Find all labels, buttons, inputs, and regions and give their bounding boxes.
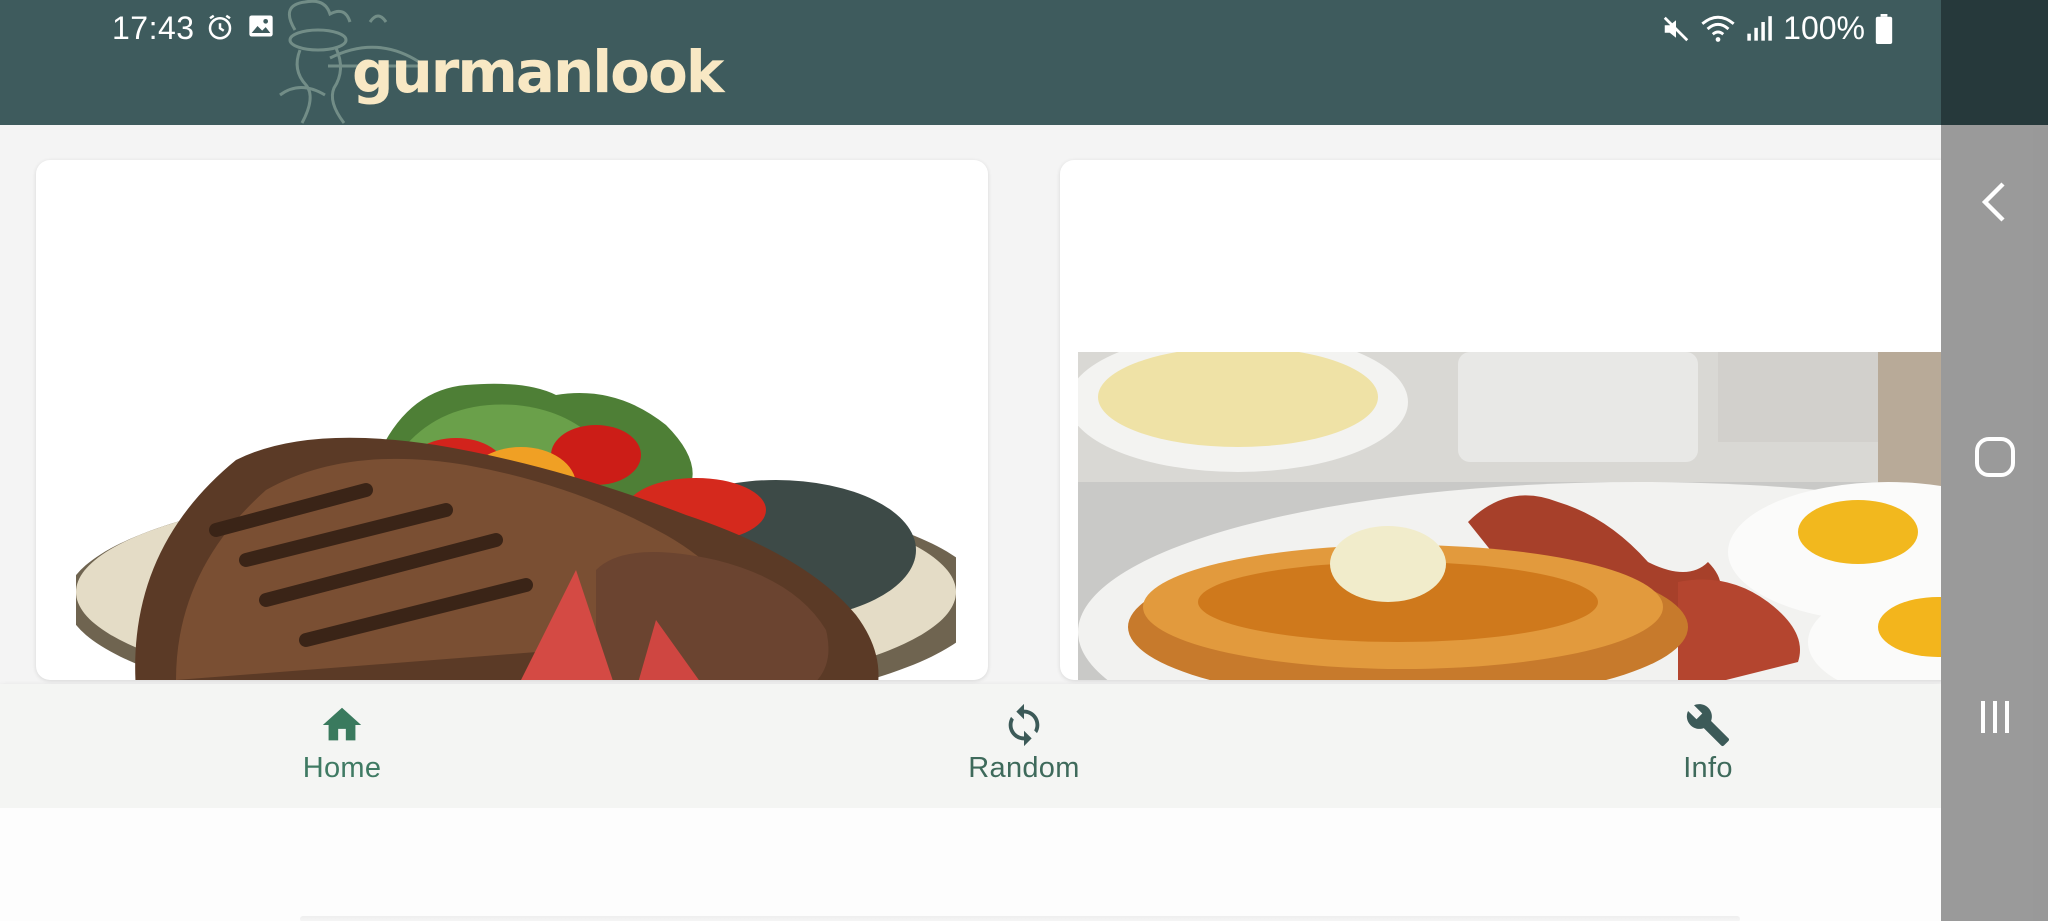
mute-icon xyxy=(1663,16,1689,41)
wrench-icon xyxy=(1686,704,1730,747)
home-icon xyxy=(322,707,362,741)
status-time: 17:43 xyxy=(112,10,195,46)
nav-info[interactable]: Info xyxy=(1608,702,1808,785)
system-nav-top xyxy=(1941,0,2048,125)
app-logo: gurmanlook xyxy=(240,0,724,125)
recipe-card-pancakes[interactable] xyxy=(1060,160,1941,680)
app-screen: 17:43 gurmanlook 100% Home Random Info xyxy=(0,0,1941,921)
recipe-card-steak[interactable] xyxy=(36,160,988,680)
divider xyxy=(300,916,1740,921)
alarm-icon xyxy=(208,14,232,40)
nav-random-label: Random xyxy=(968,752,1080,784)
recents-icon xyxy=(1980,701,2009,733)
home-circle-icon xyxy=(1974,437,2015,477)
nav-home[interactable]: Home xyxy=(242,702,442,785)
app-bar: 17:43 gurmanlook 100% xyxy=(0,0,1941,125)
content-below-nav xyxy=(0,808,1941,921)
refresh-icon xyxy=(1008,703,1040,747)
nav-info-label: Info xyxy=(1683,752,1733,784)
back-icon xyxy=(1981,182,2005,222)
wifi-icon xyxy=(1701,15,1735,42)
steak-dish-image xyxy=(76,383,956,680)
system-recents-button[interactable] xyxy=(1941,695,2048,739)
status-icons-right: 100% xyxy=(1661,10,1893,47)
logo-text: gurmanlook xyxy=(352,38,724,106)
system-back-button[interactable] xyxy=(1941,180,2048,224)
signal-icon xyxy=(1747,15,1772,41)
pancakes-dish-image xyxy=(1078,352,1941,680)
battery-icon xyxy=(1875,13,1893,44)
nav-random[interactable]: Random xyxy=(924,702,1124,785)
bottom-navigation: Home Random Info xyxy=(0,684,1941,808)
system-home-button[interactable] xyxy=(1941,435,2048,479)
system-navigation-bar xyxy=(1941,0,2048,921)
nav-home-label: Home xyxy=(302,752,382,784)
battery-percent: 100% xyxy=(1783,10,1865,46)
